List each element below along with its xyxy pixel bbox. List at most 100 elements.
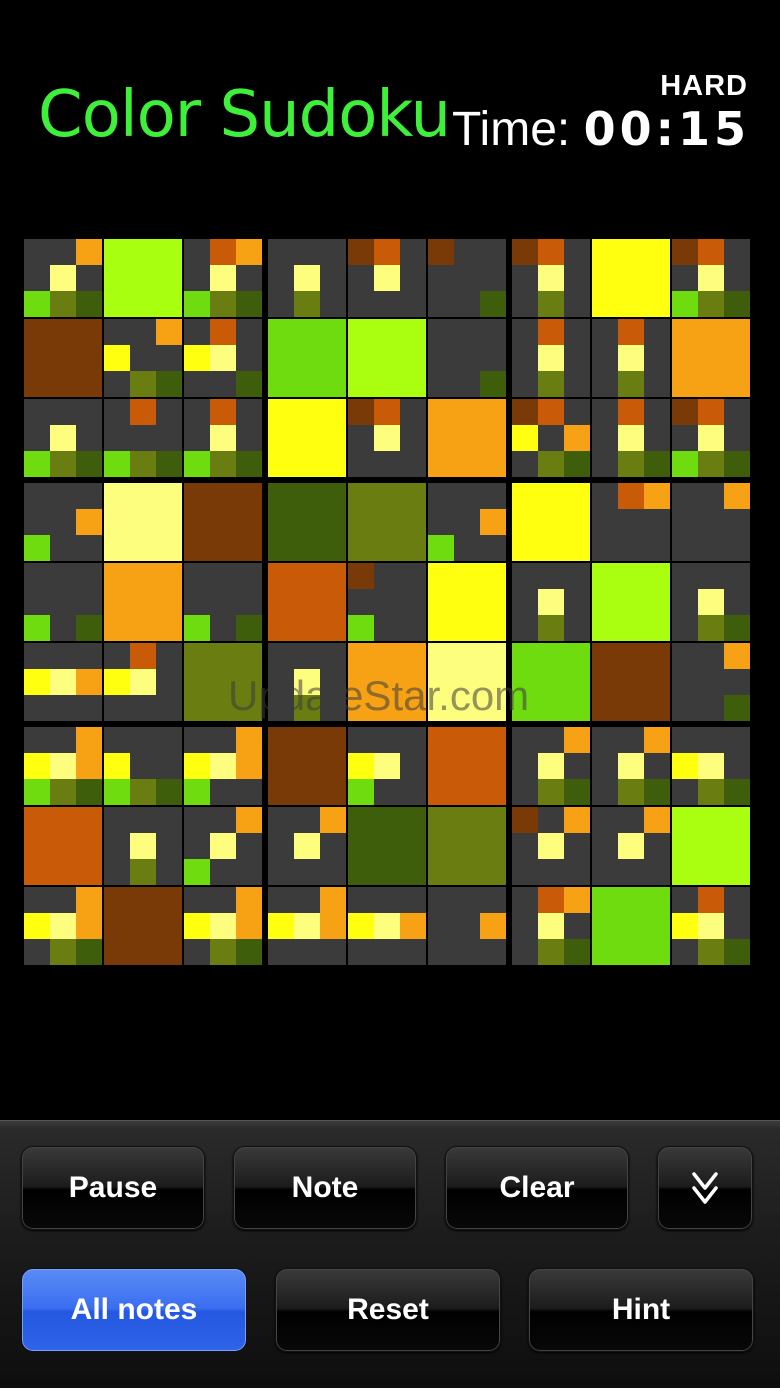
- board-cell[interactable]: [184, 887, 262, 965]
- board-cell[interactable]: [104, 807, 182, 885]
- board-cell[interactable]: [592, 643, 670, 721]
- cell-note: [538, 913, 564, 939]
- board-cell[interactable]: [512, 727, 590, 805]
- board-cell[interactable]: [184, 807, 262, 885]
- board-cell[interactable]: [184, 727, 262, 805]
- note-button[interactable]: Note: [233, 1146, 417, 1230]
- board-cell[interactable]: [592, 727, 670, 805]
- board-cell[interactable]: [592, 807, 670, 885]
- board-cell[interactable]: [512, 887, 590, 965]
- board-cell[interactable]: [672, 887, 750, 965]
- board-cell[interactable]: [348, 239, 426, 317]
- board-cell[interactable]: [512, 483, 590, 561]
- board-cell[interactable]: [672, 319, 750, 397]
- board-cell[interactable]: [428, 807, 506, 885]
- board-cell[interactable]: [184, 399, 262, 477]
- board-cell[interactable]: [24, 807, 102, 885]
- board-cell[interactable]: [428, 643, 506, 721]
- board-cell[interactable]: [428, 239, 506, 317]
- board-cell[interactable]: [184, 563, 262, 641]
- board-cell[interactable]: [428, 483, 506, 561]
- board-cell[interactable]: [592, 239, 670, 317]
- board-cell[interactable]: [672, 483, 750, 561]
- board-cell[interactable]: [672, 807, 750, 885]
- board-cell[interactable]: [268, 319, 346, 397]
- board-cell[interactable]: [512, 399, 590, 477]
- board-cell[interactable]: [24, 887, 102, 965]
- board-cell[interactable]: [104, 483, 182, 561]
- board-cell[interactable]: [268, 239, 346, 317]
- board-cell[interactable]: [428, 563, 506, 641]
- cell-note: [538, 833, 564, 859]
- board-cell[interactable]: [512, 807, 590, 885]
- board-cell[interactable]: [268, 727, 346, 805]
- board-cell[interactable]: [24, 319, 102, 397]
- board-cell[interactable]: [24, 563, 102, 641]
- board-cell[interactable]: [24, 643, 102, 721]
- board-cell[interactable]: [348, 807, 426, 885]
- cell-note: [698, 913, 724, 939]
- board-cell[interactable]: [184, 483, 262, 561]
- board-cell[interactable]: [184, 319, 262, 397]
- cell-note: [184, 753, 210, 779]
- clear-button[interactable]: Clear: [445, 1146, 629, 1230]
- board-cell[interactable]: [268, 399, 346, 477]
- board-cell[interactable]: [672, 239, 750, 317]
- board-cell[interactable]: [592, 399, 670, 477]
- board-cell[interactable]: [348, 319, 426, 397]
- board-cell[interactable]: [672, 399, 750, 477]
- board-cell[interactable]: [592, 887, 670, 965]
- board-cell[interactable]: [268, 483, 346, 561]
- cell-note: [210, 425, 236, 451]
- board-cell[interactable]: [348, 483, 426, 561]
- cell-note: [236, 727, 262, 753]
- board-cell[interactable]: [104, 887, 182, 965]
- board-cell[interactable]: [512, 319, 590, 397]
- board-cell[interactable]: [104, 727, 182, 805]
- all-notes-button[interactable]: All notes: [21, 1268, 247, 1352]
- board-cell[interactable]: [104, 319, 182, 397]
- board-cell[interactable]: [592, 319, 670, 397]
- cell-note: [672, 239, 698, 265]
- board-cell[interactable]: [24, 239, 102, 317]
- board-cell[interactable]: [104, 643, 182, 721]
- board-cell[interactable]: [184, 643, 262, 721]
- board-cell[interactable]: [348, 563, 426, 641]
- board-cell[interactable]: [104, 563, 182, 641]
- board-cell[interactable]: [428, 399, 506, 477]
- cell-note: [156, 371, 182, 397]
- board-cell[interactable]: [268, 887, 346, 965]
- board-cell[interactable]: [104, 239, 182, 317]
- cell-note: [76, 509, 102, 535]
- board-cell[interactable]: [672, 643, 750, 721]
- board-cell[interactable]: [348, 643, 426, 721]
- board-cell[interactable]: [428, 887, 506, 965]
- board-cell[interactable]: [512, 563, 590, 641]
- board-cell[interactable]: [348, 887, 426, 965]
- board-cell[interactable]: [348, 399, 426, 477]
- board-cell[interactable]: [24, 727, 102, 805]
- reset-button[interactable]: Reset: [275, 1268, 501, 1352]
- board-cell[interactable]: [348, 727, 426, 805]
- board-cell[interactable]: [592, 563, 670, 641]
- cell-note: [480, 371, 506, 397]
- board-cell[interactable]: [428, 727, 506, 805]
- board-cell[interactable]: [24, 483, 102, 561]
- board-cell[interactable]: [104, 399, 182, 477]
- board-cell[interactable]: [672, 563, 750, 641]
- board-cell[interactable]: [268, 563, 346, 641]
- board-cell[interactable]: [268, 807, 346, 885]
- board-cell[interactable]: [592, 483, 670, 561]
- cell-note: [236, 291, 262, 317]
- board-cell[interactable]: [512, 239, 590, 317]
- collapse-toolbar-button[interactable]: [657, 1146, 753, 1230]
- pause-button[interactable]: Pause: [21, 1146, 205, 1230]
- board-cell[interactable]: [24, 399, 102, 477]
- board-cell[interactable]: [184, 239, 262, 317]
- hint-button[interactable]: Hint: [528, 1268, 754, 1352]
- board-cell[interactable]: [512, 643, 590, 721]
- cell-note: [184, 451, 210, 477]
- board-cell[interactable]: [268, 643, 346, 721]
- board-cell[interactable]: [672, 727, 750, 805]
- board-cell[interactable]: [428, 319, 506, 397]
